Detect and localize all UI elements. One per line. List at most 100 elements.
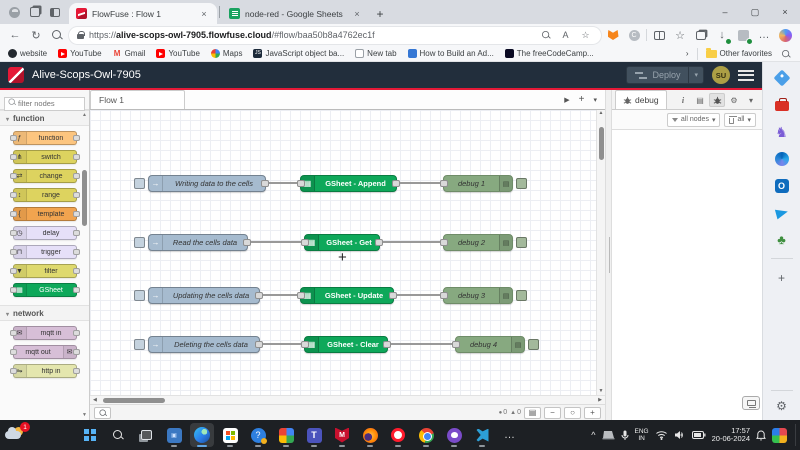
scroll-down-icon[interactable]: ▼ (82, 412, 87, 418)
gsheet-append-node[interactable]: ▦GSheet - Append (300, 175, 397, 192)
palette-category-network[interactable]: ▾network (0, 305, 89, 321)
split-screen-icon[interactable] (650, 26, 668, 44)
debug-node-3[interactable]: debug 3▤ (443, 287, 513, 304)
bookmark-website[interactable]: website (8, 49, 47, 58)
input-port[interactable] (301, 341, 309, 348)
m365-copilot-icon[interactable] (773, 150, 790, 167)
outlook-icon[interactable]: O (773, 177, 790, 194)
zoom-page-icon[interactable] (538, 29, 553, 41)
bookmark-maps[interactable]: Maps (211, 49, 243, 58)
settings-more-icon[interactable]: … (755, 26, 773, 44)
mcafee-icon[interactable]: M (330, 423, 354, 447)
palette-category-function[interactable]: ▾function (0, 110, 89, 126)
show-desktop-button[interactable] (795, 424, 797, 446)
palette-scrollbar[interactable]: ▲ ▼ (81, 112, 88, 418)
debug-node-2[interactable]: debug 2▤ (443, 234, 513, 251)
teams-icon[interactable]: T (302, 423, 326, 447)
inject-node[interactable]: →Updating the cells data (148, 287, 260, 304)
tab-close-icon[interactable]: × (351, 9, 363, 19)
debug-tab[interactable]: debug (615, 90, 667, 109)
palette-node-template[interactable]: {template (13, 207, 77, 221)
bookmark-youtube[interactable]: YouTube (58, 49, 101, 58)
language-indicator[interactable]: ENGIN (635, 428, 649, 442)
palette-node-range[interactable]: ↕range (13, 188, 77, 202)
gsheet-clear-node[interactable]: ▦GSheet - Clear (304, 336, 388, 353)
palette-node-mqtt-out[interactable]: mqtt out✉ (13, 345, 77, 359)
browser-essentials-icon[interactable] (742, 396, 760, 410)
other-favorites-button[interactable]: Other favorites (706, 49, 772, 58)
input-port[interactable] (452, 341, 460, 348)
google-meet-icon[interactable] (274, 423, 298, 447)
games-icon[interactable]: ♞ (773, 123, 790, 140)
sidebar-splitter[interactable] (605, 90, 612, 420)
bookmark-new-tab[interactable]: New tab (355, 49, 396, 58)
task-view-button[interactable] (134, 423, 158, 447)
workspaces-icon[interactable] (26, 4, 43, 21)
deploy-main[interactable]: Deploy (627, 70, 688, 80)
palette-node-filter[interactable]: ▼filter (13, 264, 77, 278)
copilot-icon[interactable] (776, 26, 794, 44)
palette-node-gsheet[interactable]: ▦GSheet (13, 283, 77, 297)
inject-button[interactable] (134, 339, 145, 350)
palette-node-function[interactable]: ƒfunction (13, 131, 77, 145)
zoom-out-button[interactable]: − (544, 407, 561, 419)
search-button[interactable] (48, 26, 66, 44)
debug-toggle-button[interactable] (516, 178, 527, 189)
battery-icon[interactable] (692, 431, 706, 439)
scroll-up-icon[interactable]: ▲ (599, 110, 604, 116)
profile-icon[interactable] (6, 4, 23, 21)
input-port[interactable] (301, 239, 309, 246)
scroll-left-icon[interactable]: ◀ (93, 397, 97, 403)
output-port[interactable] (255, 341, 263, 348)
input-port[interactable] (297, 292, 305, 299)
drop-icon[interactable] (773, 204, 790, 221)
filter-nodes-button[interactable]: all nodes▾ (667, 113, 721, 127)
back-button[interactable]: ← (6, 26, 24, 44)
palette-node-mqtt-in[interactable]: ✉mqtt in (13, 326, 77, 340)
input-port[interactable] (440, 180, 448, 187)
collections-icon[interactable] (692, 26, 710, 44)
scroll-up-icon[interactable]: ▲ (82, 112, 87, 118)
bookmark-youtube-2[interactable]: YouTube (156, 49, 199, 58)
bookmark-how-to[interactable]: How to Build an Ad... (408, 49, 494, 58)
chrome-icon[interactable] (414, 423, 438, 447)
info-tab-icon[interactable]: i (675, 93, 691, 107)
tools-icon[interactable] (773, 96, 790, 113)
bookmark-gmail[interactable]: MGmail (113, 49, 146, 58)
password-extension-icon[interactable] (734, 26, 752, 44)
microsoft-store-icon[interactable] (218, 423, 242, 447)
palette-node-trigger[interactable]: ⊓trigger (13, 245, 77, 259)
scrollbar-thumb[interactable] (599, 127, 604, 160)
input-port[interactable] (297, 180, 305, 187)
shopping-icon[interactable] (773, 69, 790, 86)
favorites-icon[interactable]: ☆ (671, 26, 689, 44)
deploy-options-caret[interactable]: ▾ (688, 67, 703, 83)
read-aloud-icon[interactable]: A (558, 30, 573, 40)
bookmarks-overflow-chevron[interactable]: › (686, 49, 689, 58)
metamask-extension-icon[interactable] (604, 26, 622, 44)
flow-tab[interactable]: Flow 1 (90, 90, 185, 109)
user-avatar[interactable]: SU (712, 66, 730, 84)
hidden-icons-chevron[interactable]: ^ (591, 430, 595, 440)
input-port[interactable] (440, 239, 448, 246)
weather-widget[interactable]: 1 (5, 425, 27, 445)
config-gear-icon[interactable]: ⚙ (726, 93, 742, 107)
minimize-button[interactable]: – (710, 0, 740, 24)
close-button[interactable]: × (770, 0, 800, 24)
navigator-button[interactable]: ▤ (524, 407, 541, 419)
debug-node-4[interactable]: debug 4▤ (455, 336, 525, 353)
browser-tab-sheets[interactable]: node-red - Google Sheets × (222, 3, 370, 24)
debug-toggle-button[interactable] (516, 237, 527, 248)
wifi-icon[interactable] (655, 430, 668, 440)
scroll-down-icon[interactable]: ▼ (597, 388, 605, 394)
palette-node-http-in[interactable]: ⇋http in (13, 364, 77, 378)
gsheet-update-node[interactable]: ▦GSheet - Update (300, 287, 394, 304)
debug-toggle-button[interactable] (528, 339, 539, 350)
sidebar-search-icon[interactable] (781, 49, 791, 59)
debug-node-1[interactable]: debug 1▤ (443, 175, 513, 192)
inject-node[interactable]: →Writing data to the cells (148, 175, 266, 192)
inject-button[interactable] (134, 237, 145, 248)
inject-button[interactable] (134, 290, 145, 301)
output-port[interactable] (261, 180, 269, 187)
widgets-corner-icon[interactable] (772, 428, 787, 443)
